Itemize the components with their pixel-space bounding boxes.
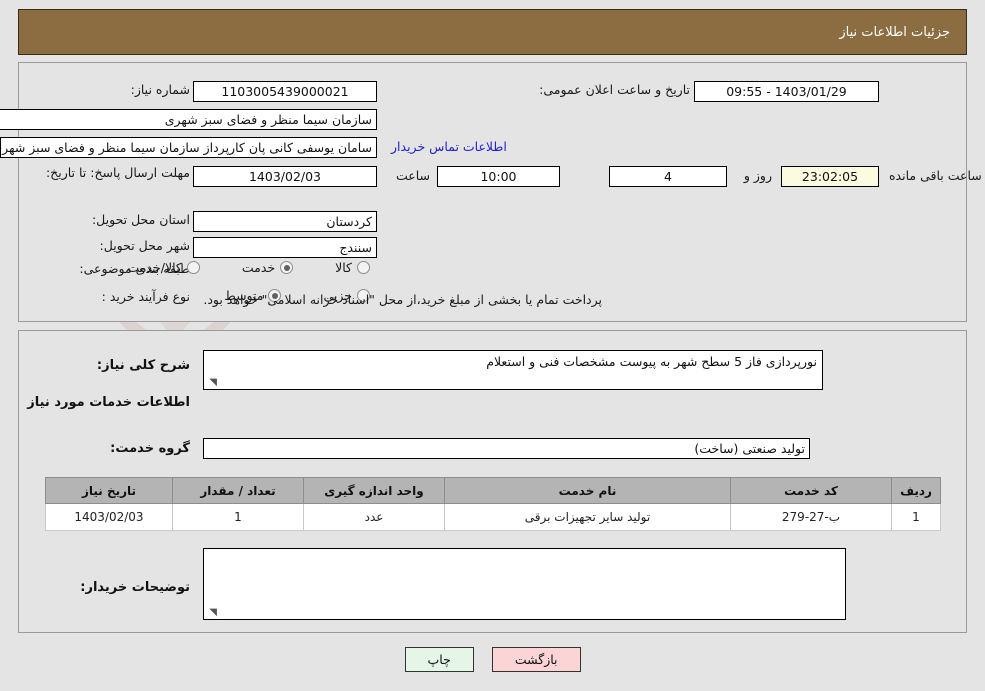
category-option-1[interactable]: خدمت: [241, 260, 294, 275]
need-desc-label: شرح کلی نیاز:: [96, 358, 190, 373]
service-group-value: تولید صنعتی (ساخت): [203, 438, 810, 459]
process-label: نوع فرآیند خرید :: [101, 289, 190, 304]
need-number-value: 1103005439000021: [193, 81, 377, 102]
action-bar: بازگشت چاپ: [0, 647, 985, 672]
table-header-row: ردیف کد خدمت نام خدمت واحد اندازه گیری ت…: [45, 477, 941, 504]
col-unit: واحد اندازه گیری: [303, 477, 445, 504]
back-button[interactable]: بازگشت: [491, 647, 581, 672]
city-label: شهر محل تحویل:: [99, 238, 190, 253]
process-note: پرداخت تمام یا بخشی از مبلغ خرید،از محل …: [203, 292, 602, 307]
days-remaining-value: 4: [609, 166, 727, 187]
col-name: نام خدمت: [444, 477, 731, 504]
cell-date: 1403/02/03: [45, 503, 173, 531]
need-number-row: شماره نیاز:: [131, 82, 190, 97]
days-label: روز و: [743, 168, 772, 183]
radio-icon[interactable]: [280, 261, 294, 274]
category-option-0-label: کالا: [335, 260, 352, 275]
cell-name: تولید سایر تجهیزات برقی: [444, 503, 731, 531]
province-label: استان محل تحویل:: [91, 212, 190, 227]
cell-index: 1: [891, 503, 941, 531]
buyer-org-value: سازمان سیما منظر و فضای سبز شهری: [0, 109, 377, 130]
need-desc-value: نورپردازی فاز 5 سطح شهر به پیوست مشخصات …: [486, 354, 817, 369]
cell-unit: عدد: [303, 503, 445, 531]
col-index: ردیف: [891, 477, 941, 504]
city-value: سنندج: [193, 237, 377, 258]
cell-code: ب-27-279: [730, 503, 892, 531]
page-root: AriaTender.net جزئیات اطلاعات نیاز شماره…: [0, 0, 985, 691]
table-row[interactable]: 1 ب-27-279 تولید سایر تجهیزات برقی عدد 1…: [45, 503, 941, 531]
services-table: ردیف کد خدمت نام خدمت واحد اندازه گیری ت…: [45, 477, 941, 531]
radio-icon[interactable]: [357, 261, 370, 274]
col-date: تاریخ نیاز: [45, 477, 173, 504]
category-option-1-label: خدمت: [241, 260, 276, 275]
page-title: جزئیات اطلاعات نیاز: [839, 24, 950, 40]
province-row: استان محل تحویل:: [92, 212, 190, 227]
radio-icon[interactable]: [186, 261, 200, 274]
announce-value: 09:55 - 1403/01/29: [694, 81, 879, 102]
deadline-date-value: 1403/02/03: [193, 166, 377, 187]
cell-quantity: 1: [172, 503, 304, 531]
countdown-value: 23:02:05: [781, 166, 879, 187]
category-option-2[interactable]: کالا/خدمت: [127, 260, 200, 275]
process-row-label: نوع فرآیند خرید :: [102, 289, 190, 304]
city-row: شهر محل تحویل:: [100, 238, 190, 253]
buyer-notes-textarea[interactable]: ◥: [203, 548, 846, 620]
page-header: جزئیات اطلاعات نیاز: [18, 9, 967, 55]
service-group-label: گروه خدمت:: [110, 441, 190, 456]
need-number-label: شماره نیاز:: [130, 82, 190, 97]
services-heading: اطلاعات خدمات مورد نیاز: [27, 395, 190, 410]
announce-label: تاریخ و ساعت اعلان عمومی:: [539, 82, 690, 97]
col-quantity: تعداد / مقدار: [172, 477, 304, 504]
category-option-2-label: کالا/خدمت: [127, 260, 182, 275]
resize-grip-icon[interactable]: ◥: [207, 608, 217, 618]
buyer-notes-label: توضیحات خریدار:: [80, 580, 190, 595]
deadline-label: مهلت ارسال پاسخ: تا تاریخ:: [45, 165, 190, 180]
creator-value: سامان یوسفی کانی پان کارپرداز سازمان سیم…: [0, 137, 377, 158]
print-button[interactable]: چاپ: [404, 647, 474, 672]
category-radio-group[interactable]: کالا خدمت کالا/خدمت: [127, 260, 370, 275]
deadline-row: مهلت ارسال پاسخ: تا تاریخ:: [15, 162, 190, 181]
announce-row: تاریخ و ساعت اعلان عمومی:: [539, 82, 690, 97]
countdown-label: ساعت باقی مانده: [889, 168, 982, 183]
category-option-0[interactable]: کالا: [335, 260, 370, 275]
need-desc-textarea[interactable]: نورپردازی فاز 5 سطح شهر به پیوست مشخصات …: [203, 350, 823, 390]
col-code: کد خدمت: [730, 477, 892, 504]
hour-value: 10:00: [437, 166, 560, 187]
hour-label: ساعت: [395, 168, 430, 183]
province-value: کردستان: [193, 211, 377, 232]
resize-grip-icon[interactable]: ◥: [207, 378, 217, 388]
buyer-contact-link[interactable]: اطلاعات تماس خریدار: [391, 139, 507, 154]
